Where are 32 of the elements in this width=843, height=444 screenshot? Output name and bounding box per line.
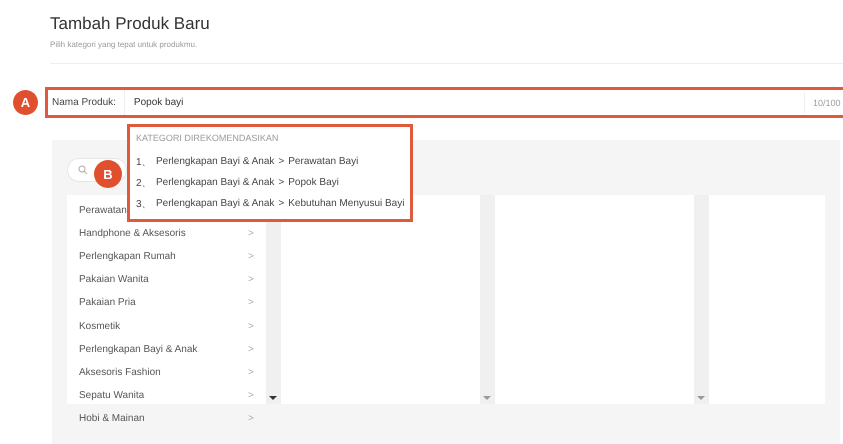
product-name-field[interactable]: Nama Produk: Popok bayi 10/100 <box>45 87 843 118</box>
category-item[interactable]: Perlengkapan Bayi & Anak <box>79 344 248 355</box>
chevron-icon: > <box>248 228 254 240</box>
recommended-category[interactable]: 3、 Perlengkapan Bayi & Anak > Kebutuhan Menyusui Bayi <box>136 193 410 214</box>
field-label: Nama Produk: <box>48 90 125 115</box>
dropdown-heading: KATEGORI DIREKOMENDASIKAN <box>136 133 280 143</box>
category-item[interactable]: Pakaian Wanita <box>79 274 248 286</box>
category-item[interactable]: Kosmetik <box>79 320 248 332</box>
scrollbar[interactable] <box>694 195 709 404</box>
chevron-icon: > <box>248 274 254 286</box>
chevron-icon: > <box>248 320 254 332</box>
recommended-category[interactable]: 1、 Perlengkapan Bayi & Anak > Perawatan Bayi <box>136 151 410 172</box>
annotation-badge: A <box>13 90 38 115</box>
chevron-icon: > <box>248 412 254 424</box>
category-item[interactable]: Aksesoris Fashion <box>79 366 248 378</box>
chevron-icon: > <box>248 344 254 355</box>
chevron-icon: > <box>248 297 254 308</box>
page-subtitle: Pilih kategori yang tepat untuk produkmu. <box>50 40 198 49</box>
chevron-icon: > <box>248 251 254 262</box>
category-item[interactable]: Pakaian Pria <box>79 297 248 308</box>
page-title: Tambah Produk Baru <box>50 14 211 34</box>
category-item[interactable]: Perlengkapan Rumah <box>79 251 248 262</box>
recommended-category[interactable]: 2、 Perlengkapan Bayi & Anak > Popok Bayi <box>136 172 410 193</box>
field-value: Popok bayi <box>132 97 184 108</box>
scrollbar[interactable] <box>480 195 495 404</box>
category-item[interactable]: Hobi & Mainan <box>79 412 248 424</box>
chevron-icon: > <box>248 366 254 378</box>
character-counter: 10/100 <box>804 92 843 112</box>
category-item[interactable]: Sepatu Wanita <box>79 390 248 401</box>
category-item[interactable]: Handphone & Aksesoris <box>79 228 248 240</box>
search-icon <box>78 165 88 175</box>
chevron-icon: > <box>248 390 254 401</box>
